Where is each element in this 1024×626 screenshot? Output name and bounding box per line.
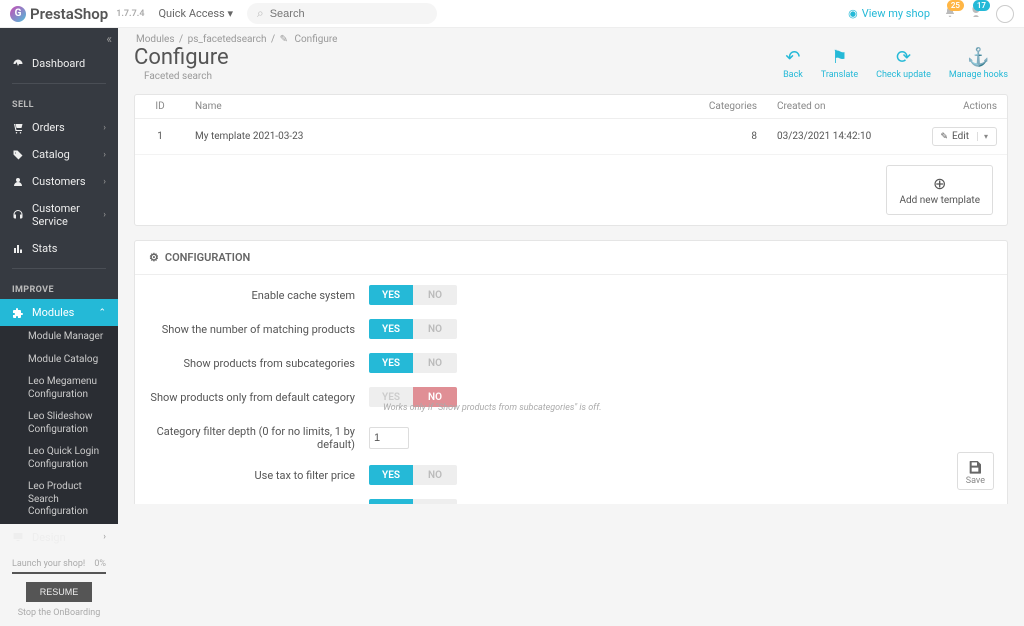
sidebar-group-sell: SELL xyxy=(0,90,118,114)
configuration-panel: ⚙ CONFIGURATION Enable cache system YESN… xyxy=(134,240,1008,504)
monitor-icon xyxy=(12,531,24,543)
sidebar-item-customers[interactable]: Customers› xyxy=(0,168,118,195)
th-created: Created on xyxy=(767,95,917,119)
search-bar[interactable]: ⌕ xyxy=(247,3,437,24)
brand-version: 1.7.7.4 xyxy=(116,9,144,19)
breadcrumb-configure: Configure xyxy=(294,34,337,45)
cell-created: 03/23/2021 14:42:10 xyxy=(767,119,917,155)
input-filter-depth[interactable] xyxy=(369,427,409,449)
chevron-down-icon[interactable]: ▾ xyxy=(977,132,988,141)
configuration-heading: ⚙ CONFIGURATION xyxy=(135,241,1007,275)
sidebar-sub-leo-slideshow[interactable]: Leo Slideshow Configuration xyxy=(0,406,118,441)
main-content: Modules / ps_facetedsearch / ✎ Configure… xyxy=(118,28,1024,504)
label-filter-depth: Category filter depth (0 for no limits, … xyxy=(149,425,369,451)
sidebar-item-modules[interactable]: Modules⌃ xyxy=(0,299,118,326)
back-button[interactable]: ↶Back xyxy=(783,47,803,80)
search-icon: ⌕ xyxy=(257,6,264,21)
brand: G PrestaShop 1.7.7.4 xyxy=(10,5,144,23)
gear-icon: ⚙ xyxy=(149,251,159,264)
sidebar-collapse-icon[interactable]: « xyxy=(0,28,118,50)
sidebar-sub-leo-productsearch[interactable]: Leo Product Search Configuration xyxy=(0,476,118,524)
sidebar-item-stats[interactable]: Stats xyxy=(0,235,118,262)
sidebar-item-dashboard[interactable]: Dashboard xyxy=(0,50,118,77)
sidebar-sub-leo-megamenu[interactable]: Leo Megamenu Configuration xyxy=(0,371,118,406)
table-row: 1 My template 2021-03-23 8 03/23/2021 14… xyxy=(135,119,1007,155)
edit-button[interactable]: ✎ Edit ▾ xyxy=(932,127,998,146)
cell-name: My template 2021-03-23 xyxy=(185,119,677,155)
user-icon xyxy=(12,176,24,188)
translate-button[interactable]: ⚑Translate xyxy=(821,47,858,80)
sidebar-sub-leo-quicklogin[interactable]: Leo Quick Login Configuration xyxy=(0,441,118,476)
trophy-icon[interactable]: 17 xyxy=(970,6,982,22)
hint-show-default: Works only if "Show products from subcat… xyxy=(383,403,993,413)
brand-icon: G xyxy=(10,6,26,22)
label-show-default: Show products only from default category xyxy=(149,391,369,404)
anchor-icon: ⚓ xyxy=(967,47,989,68)
puzzle-icon xyxy=(12,307,24,319)
th-categories: Categories xyxy=(677,95,767,119)
chevron-down-icon: ▾ xyxy=(227,7,233,20)
back-icon: ↶ xyxy=(785,47,800,68)
stats-icon xyxy=(12,243,24,255)
add-template-button[interactable]: ⊕ Add new template xyxy=(886,165,993,215)
flag-icon: ⚑ xyxy=(831,47,847,68)
th-actions: Actions xyxy=(917,95,1007,119)
view-shop-link[interactable]: ◉ View my shop xyxy=(848,7,930,20)
resume-button[interactable]: RESUME xyxy=(26,582,93,602)
refresh-icon: ⟳ xyxy=(896,47,911,68)
page-title: Configure xyxy=(134,47,229,69)
pencil-icon: ✎ xyxy=(941,132,949,142)
brand-name: PrestaShop xyxy=(30,5,108,23)
notif-badge: 25 xyxy=(947,0,964,11)
manage-hooks-button[interactable]: ⚓Manage hooks xyxy=(949,47,1008,80)
sidebar-sub-module-catalog[interactable]: Module Catalog xyxy=(0,349,118,372)
progress-bar xyxy=(12,572,106,574)
breadcrumb: Modules / ps_facetedsearch / ✎ Configure xyxy=(118,28,1024,47)
sidebar-item-orders[interactable]: Orders› xyxy=(0,114,118,141)
cell-id: 1 xyxy=(135,119,185,155)
notification-bell-icon[interactable]: 25 xyxy=(944,6,956,22)
save-button[interactable]: Save xyxy=(957,452,994,490)
save-icon xyxy=(967,459,983,475)
cart-icon xyxy=(12,122,24,134)
label-use-tax: Use tax to filter price xyxy=(149,469,369,482)
toggle-use-tax[interactable]: YESNO xyxy=(369,465,457,485)
templates-panel: ID Name Categories Created on Actions 1 … xyxy=(134,94,1008,226)
sidebar: « Dashboard SELL Orders› Catalog› Custom… xyxy=(0,28,118,504)
chevron-right-icon: › xyxy=(103,123,106,133)
cell-categories: 8 xyxy=(677,119,767,155)
page-subtitle: Faceted search xyxy=(144,71,229,82)
breadcrumb-modules[interactable]: Modules xyxy=(136,34,174,45)
th-name: Name xyxy=(185,95,677,119)
avatar[interactable] xyxy=(996,5,1014,23)
trophy-badge: 17 xyxy=(973,0,990,11)
search-input[interactable] xyxy=(270,8,427,20)
sidebar-item-catalog[interactable]: Catalog› xyxy=(0,141,118,168)
sidebar-group-improve: IMPROVE xyxy=(0,275,118,299)
dashboard-icon xyxy=(12,58,24,70)
templates-table: ID Name Categories Created on Actions 1 … xyxy=(135,95,1007,155)
toggle-use-rounding[interactable]: YESNO xyxy=(369,499,457,504)
tag-icon xyxy=(12,149,24,161)
headset-icon xyxy=(12,209,24,221)
toggle-show-matching[interactable]: YESNO xyxy=(369,319,457,339)
sidebar-item-design[interactable]: Design› xyxy=(0,524,118,551)
plus-circle-icon: ⊕ xyxy=(933,174,946,193)
eye-icon: ◉ xyxy=(848,7,858,20)
label-show-matching: Show the number of matching products xyxy=(149,323,369,336)
sidebar-sub-module-manager[interactable]: Module Manager xyxy=(0,326,118,349)
toggle-show-subcat[interactable]: YESNO xyxy=(369,353,457,373)
sidebar-submenu-modules: Module Manager Module Catalog Leo Megame… xyxy=(0,326,118,524)
label-enable-cache: Enable cache system xyxy=(149,289,369,302)
breadcrumb-module-name[interactable]: ps_facetedsearch xyxy=(188,34,267,45)
toggle-enable-cache[interactable]: YESNO xyxy=(369,285,457,305)
th-id: ID xyxy=(135,95,185,119)
label-show-subcat: Show products from subcategories xyxy=(149,357,369,370)
pencil-icon: ✎ xyxy=(280,34,288,45)
onboarding-progress: Launch your shop!0% xyxy=(8,559,110,569)
quick-access[interactable]: Quick Access ▾ xyxy=(158,7,233,20)
stop-onboarding-link[interactable]: Stop the OnBoarding xyxy=(8,608,110,618)
sidebar-item-customer-service[interactable]: Customer Service› xyxy=(0,195,118,235)
check-update-button[interactable]: ⟳Check update xyxy=(876,47,931,80)
